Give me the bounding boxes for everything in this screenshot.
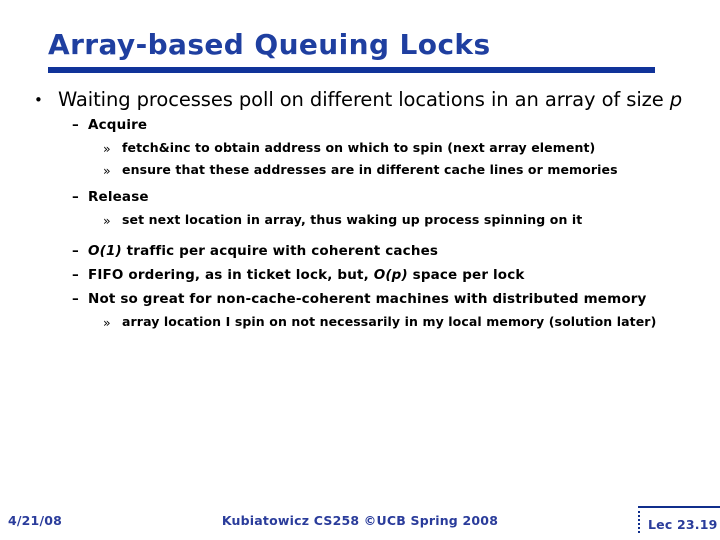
bullet-level3-ensure-addresses-text: ensure that these addresses are in diffe… bbox=[122, 161, 618, 177]
bullet-level3-set-next-location: » set next location in array, thus wakin… bbox=[0, 211, 720, 229]
title-underline-rule bbox=[48, 67, 655, 73]
bullet-level2-fifo-ordering: – FIFO ordering, as in ticket lock, but,… bbox=[0, 265, 720, 285]
bullet-level2-fifo-part1: FIFO ordering, as in ticket lock, but, bbox=[88, 266, 374, 283]
slide-body: • Waiting processes poll on different lo… bbox=[0, 88, 720, 330]
footer-lecture-number: Lec 23.19 bbox=[648, 517, 718, 532]
bullet-marker-dash: – bbox=[72, 290, 79, 307]
footer-lecture-number-box: Lec 23.19 bbox=[638, 506, 720, 533]
bullet-level2-fifo-ordering-text: FIFO ordering, as in ticket lock, but, O… bbox=[88, 265, 698, 285]
bullet-marker-dash: – bbox=[72, 242, 79, 259]
page-title: Array-based Queuing Locks bbox=[48, 28, 491, 61]
bullet-level2-not-so-great: – Not so great for non-cache-coherent ma… bbox=[0, 289, 720, 309]
bullet-level2-fifo-part2: space per lock bbox=[407, 266, 525, 283]
bullet-marker-guillemet: » bbox=[103, 141, 111, 156]
bullet-level2-o1-traffic-rest: traffic per acquire with coherent caches bbox=[121, 242, 439, 259]
bullet-level3-array-location: » array location I spin on not necessari… bbox=[0, 313, 720, 331]
bullet-level1-waiting-processes: • Waiting processes poll on different lo… bbox=[0, 88, 720, 111]
bullet-marker-guillemet: » bbox=[103, 162, 111, 178]
bullet-level2-o1-traffic-text: O(1) traffic per acquire with coherent c… bbox=[88, 241, 698, 261]
bullet-level2-not-so-great-text: Not so great for non-cache-coherent mach… bbox=[88, 290, 647, 307]
bullet-level1-italic-p: p bbox=[669, 88, 683, 111]
bullet-marker-dash: – bbox=[72, 117, 79, 133]
slide-footer: 4/21/08 Kubiatowicz CS258 ©UCB Spring 20… bbox=[0, 506, 720, 540]
bullet-marker-guillemet: » bbox=[103, 314, 111, 330]
bullet-marker-dot: • bbox=[34, 91, 43, 109]
bullet-marker-dash: – bbox=[72, 189, 79, 205]
complexity-op: O(p) bbox=[373, 266, 408, 283]
bullet-level2-release-text: Release bbox=[88, 189, 149, 205]
bullet-level3-ensure-addresses: » ensure that these addresses are in dif… bbox=[0, 161, 720, 179]
bullet-marker-dash: – bbox=[72, 266, 79, 283]
complexity-o1: O(1) bbox=[88, 242, 122, 259]
bullet-level3-fetch-and-inc-text: fetch&inc to obtain address on which to … bbox=[122, 140, 596, 155]
bullet-marker-guillemet: » bbox=[103, 213, 111, 228]
bullet-level2-acquire-text: Acquire bbox=[88, 117, 148, 133]
bullet-level2-release: – Release bbox=[0, 187, 720, 207]
bullet-level3-set-next-location-text: set next location in array, thus waking … bbox=[122, 212, 583, 227]
bullet-level3-fetch-and-inc: » fetch&inc to obtain address on which t… bbox=[0, 139, 720, 157]
bullet-level2-o1-traffic: – O(1) traffic per acquire with coherent… bbox=[0, 241, 720, 261]
bullet-level2-acquire: – Acquire bbox=[0, 115, 720, 135]
bullet-level1-text: Waiting processes poll on different loca… bbox=[58, 88, 702, 111]
bullet-level3-array-location-text: array location I spin on not necessarily… bbox=[122, 313, 657, 329]
bullet-level1-text-part1: Waiting processes poll on different loca… bbox=[58, 88, 670, 111]
footer-attribution: Kubiatowicz CS258 ©UCB Spring 2008 bbox=[221, 513, 499, 528]
